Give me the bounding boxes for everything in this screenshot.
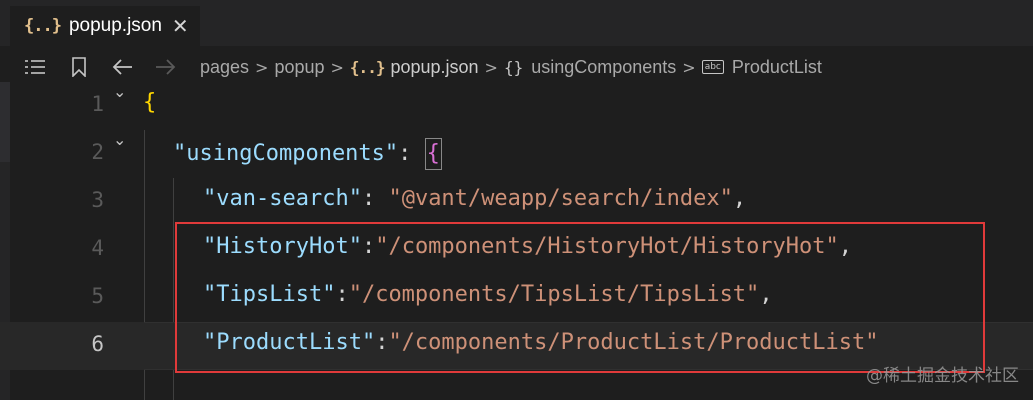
line-number: 1 [91, 92, 104, 116]
line-number: 6 [91, 332, 104, 356]
breadcrumb-item-productlist[interactable]: ProductList [732, 57, 822, 78]
code-token: { [424, 138, 442, 170]
code-token: "usingComponents" [173, 141, 399, 166]
code-token: : [361, 186, 389, 211]
line-number: 4 [91, 236, 104, 260]
code-token: "@vant/weapp/search/index" [388, 186, 733, 211]
line-number: 2 [91, 140, 104, 164]
code-token: "van-search" [203, 186, 362, 211]
breadcrumb-separator: > [484, 57, 498, 77]
watermark: @稀土掘金技术社区 [866, 366, 1019, 386]
arrow-left-icon[interactable] [110, 54, 136, 80]
code-text: "van-search": "@vant/weapp/search/index"… [203, 186, 746, 211]
code-token: : [398, 141, 425, 166]
breadcrumb-item-pages[interactable]: pages [200, 57, 249, 78]
code-text: { [143, 90, 156, 115]
editor-window: {..} popup.json ✕ pages > popup > {..} p… [0, 0, 1033, 400]
highlight-annotation-box [175, 222, 985, 373]
breadcrumb-item-popup[interactable]: popup [274, 57, 324, 78]
arrow-right-icon[interactable] [152, 54, 178, 80]
bookmark-icon[interactable] [68, 54, 90, 80]
code-line[interactable]: 2 ⌄ "usingComponents": { [0, 130, 1033, 178]
code-line[interactable]: 1 ⌄ { [0, 82, 1033, 130]
tab-label: popup.json [68, 15, 162, 36]
tab-popup-json[interactable]: {..} popup.json ✕ [10, 6, 200, 46]
breadcrumb-separator: > [682, 57, 696, 77]
code-text: "usingComponents": { [173, 138, 442, 170]
breadcrumb-item-usingcomponents[interactable]: usingComponents [531, 57, 676, 78]
breadcrumb-separator: > [255, 57, 269, 77]
code-token: , [732, 186, 747, 211]
list-icon[interactable] [22, 54, 48, 80]
code-line[interactable]: 3 "van-search": "@vant/weapp/search/inde… [0, 178, 1033, 226]
tab-bar: {..} popup.json ✕ [0, 0, 1033, 46]
code-editor[interactable]: 1 ⌄ { 2 ⌄ "usingComponents": { 3 "van-se… [0, 82, 1033, 400]
breadcrumb-item-popup-json[interactable]: popup.json [390, 57, 478, 78]
close-icon[interactable]: ✕ [172, 14, 189, 38]
object-icon: {} [503, 57, 524, 77]
line-number: 5 [91, 284, 104, 308]
json-file-icon: {..} [24, 16, 62, 36]
breadcrumb-separator: > [330, 57, 344, 77]
fold-chevron-icon[interactable]: ⌄ [113, 130, 126, 149]
fold-chevron-icon[interactable]: ⌄ [113, 82, 126, 101]
string-icon: abc [701, 60, 724, 74]
json-file-icon: {..} [349, 57, 386, 77]
code-token: { [143, 90, 157, 115]
line-number: 3 [91, 188, 104, 212]
